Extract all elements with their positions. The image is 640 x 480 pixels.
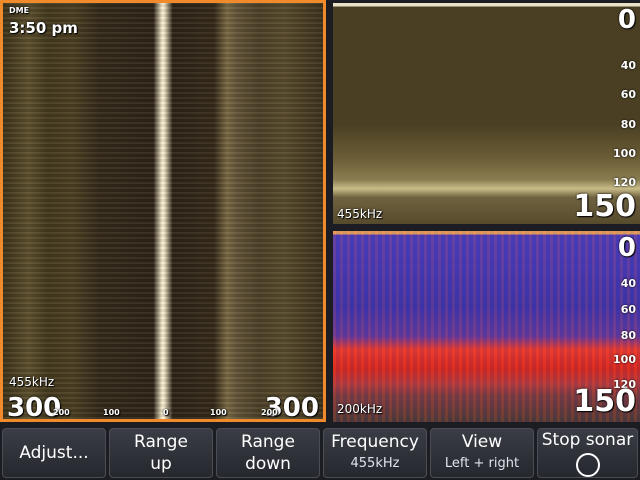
range-down-label-1: Range [241, 432, 295, 452]
frequency-value: 455kHz [350, 456, 400, 471]
depth-scale-mark: 120 [613, 176, 636, 189]
downscan-455-view[interactable]: 0 40 60 80 100 120 455kHz 150 [333, 0, 640, 224]
depth-scale-mark: 40 [620, 277, 636, 290]
depth-scale-mark: 60 [620, 88, 636, 101]
softkey-toolbar: Adjust... Range up Range down Frequency … [0, 422, 640, 480]
stop-sonar-button[interactable]: Stop sonar [537, 428, 638, 478]
adjust-button[interactable]: Adjust... [2, 428, 106, 478]
range-up-label-2: up [150, 454, 172, 474]
sidescan-tick: 200 [261, 408, 278, 417]
sidescan-tick: 0 [163, 408, 169, 417]
downscan-frequency: 455kHz [337, 207, 383, 221]
downscan-200-view[interactable]: 0 40 60 80 100 120 200kHz 150 [333, 231, 640, 422]
range-up-button[interactable]: Range up [109, 428, 213, 478]
sidescan-tick: 100 [210, 408, 227, 417]
downscan-frequency: 200kHz [337, 402, 383, 416]
depth-scale-mark: 60 [620, 303, 636, 316]
depth-scale-mark: 100 [613, 353, 636, 366]
clock-time: 3:50 pm [9, 19, 78, 37]
depth-top-label: 0 [617, 5, 636, 35]
depth-top-label: 0 [617, 233, 636, 263]
frequency-label: Frequency [331, 432, 419, 452]
range-down-label-2: down [245, 454, 291, 474]
depth-scale-mark: 100 [613, 147, 636, 160]
depth-bottom-label: 150 [573, 189, 636, 224]
frequency-button[interactable]: Frequency 455kHz [323, 428, 427, 478]
sidescan-image [3, 3, 323, 419]
depth-scale-mark: 80 [620, 118, 636, 131]
depth-scale-mark: 80 [620, 329, 636, 342]
view-value: Left + right [444, 456, 520, 471]
sidescan-view[interactable]: DME 3:50 pm 455kHz 300 300 200 100 0 100… [0, 0, 326, 422]
depth-bottom-label: 150 [573, 384, 636, 419]
depth-scale-mark: 40 [620, 59, 636, 72]
sidescan-tick: 100 [103, 408, 120, 417]
range-down-button[interactable]: Range down [216, 428, 320, 478]
view-button[interactable]: View Left + right [430, 428, 534, 478]
toggle-circle-icon [575, 453, 600, 477]
sidescan-tick: 200 [53, 408, 70, 417]
stop-sonar-label: Stop sonar [541, 430, 634, 450]
adjust-label: Adjust... [19, 443, 89, 463]
sidescan-frequency: 455kHz [9, 375, 55, 389]
range-up-label-1: Range [134, 432, 188, 452]
view-label: View [461, 432, 503, 452]
sidescan-tag: DME [9, 6, 30, 15]
